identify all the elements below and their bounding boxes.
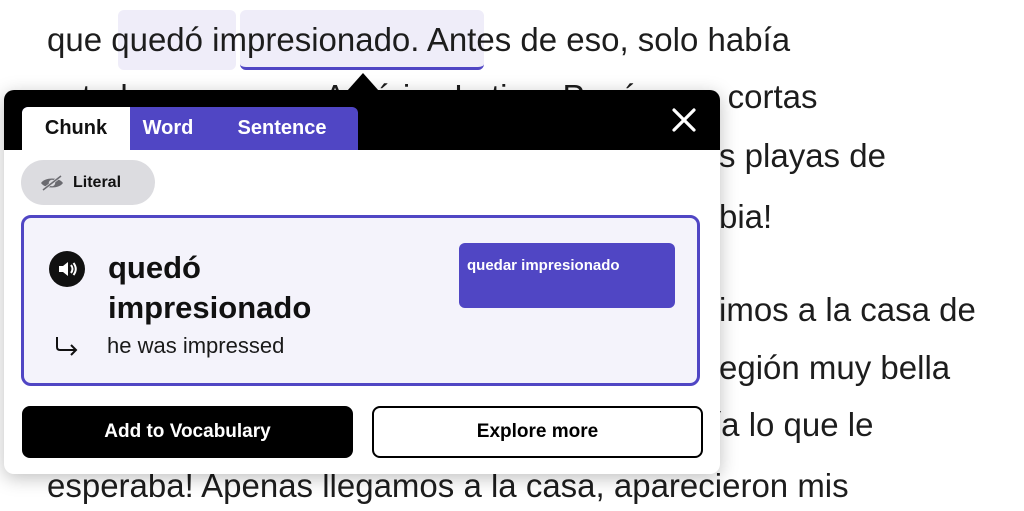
reader-line-3: s playas de (719, 137, 886, 174)
reader-line-7: ía lo que le (712, 406, 874, 443)
chunk-phrase: quedó impresionado (108, 250, 312, 325)
chunk-card: quedó impresionado he was impressed qued… (21, 215, 700, 386)
lemma-chip[interactable]: quedar impresionado (459, 243, 675, 308)
explore-more-button[interactable]: Explore more (372, 406, 703, 458)
chunk-translation: he was impressed (107, 333, 285, 358)
popup-tabs: Chunk Word Sentence (22, 107, 358, 150)
popup-pointer (347, 73, 379, 91)
translation-popup: Chunk Word Sentence Literal quedó impres… (4, 90, 720, 474)
tab-chunk[interactable]: Chunk (22, 107, 130, 150)
eye-slash-icon (39, 174, 65, 192)
reader-line-6: egión muy bella (719, 349, 951, 386)
word-impresionado[interactable]: impresionado (212, 21, 410, 58)
speaker-icon[interactable] (49, 251, 85, 287)
literal-label: Literal (73, 173, 122, 191)
reader-line-1: que quedó impresionado. Antes de eso, so… (47, 21, 791, 58)
literal-toggle[interactable]: Literal (21, 160, 155, 205)
tab-sentence[interactable]: Sentence (206, 107, 358, 150)
reader-line-5: imos a la casa de (719, 291, 976, 328)
add-to-vocabulary-button[interactable]: Add to Vocabulary (22, 406, 353, 458)
word-quedo[interactable]: quedó (111, 21, 203, 58)
tab-word[interactable]: Word (130, 107, 206, 150)
return-arrow-icon (54, 336, 80, 361)
close-icon[interactable] (666, 102, 702, 138)
reader-line-4: bia! (719, 198, 773, 235)
lemma-label: quedar impresionado (467, 257, 620, 274)
